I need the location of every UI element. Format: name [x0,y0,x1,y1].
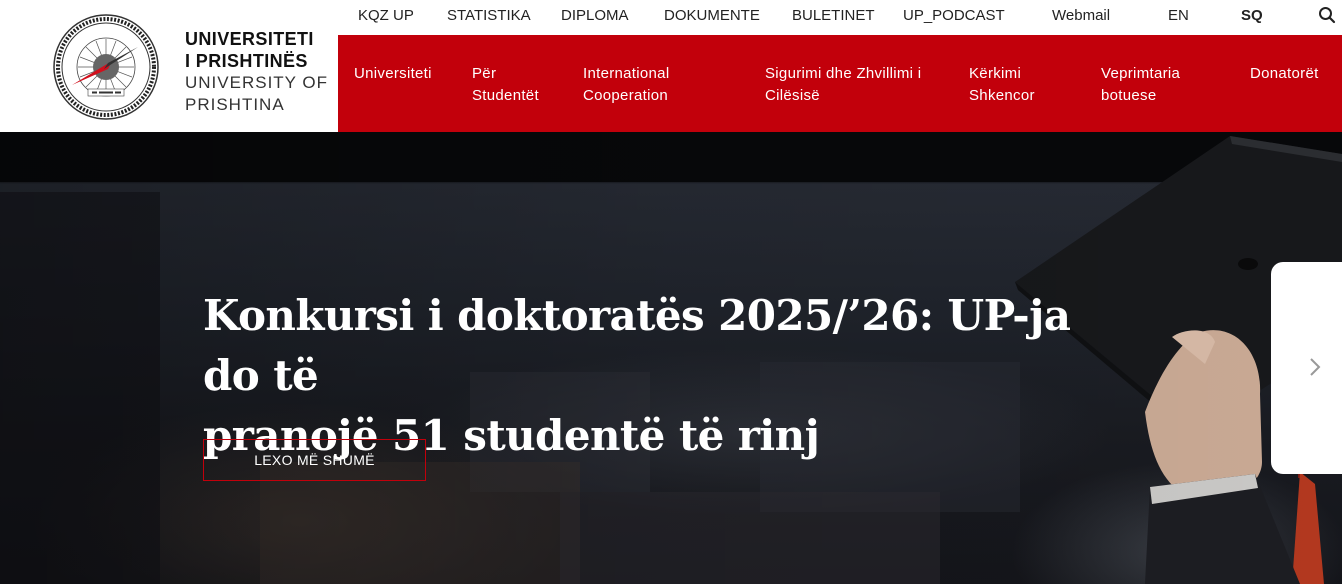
topbar-link-dokumente[interactable]: DOKUMENTE [664,0,760,31]
hero-title-line: Konkursi i doktoratës 2025/’26: UP-ja do… [203,291,1071,400]
nav-item-label: Studentët [472,87,539,104]
topbar-link-webmail[interactable]: Webmail [1052,0,1110,31]
topbar-link-statistika[interactable]: STATISTIKA [447,0,531,31]
nav-item-label: Për [472,65,497,82]
nav-item-label: Cilësisë [765,87,820,104]
nav-item-donatoret[interactable]: Donatorët [1250,63,1319,85]
language-sq-button[interactable]: SQ [1241,0,1263,31]
topbar-link-diploma[interactable]: DIPLOMA [561,0,629,31]
language-en-button[interactable]: EN [1168,0,1189,31]
topbar-link-up-podcast[interactable]: UP_PODCAST [903,0,1005,31]
nav-item-label: Cooperation [583,87,669,104]
nav-item-label: International [583,65,670,82]
top-utility-bar: KQZ UP STATISTIKA DIPLOMA DOKUMENTE BULE… [338,0,1342,35]
nav-item-universiteti[interactable]: Universiteti [354,63,432,85]
nav-item-label: Universiteti [354,65,432,82]
hero-slider: Konkursi i doktoratës 2025/’26: UP-ja do… [0,132,1342,584]
logo-text: UNIVERSITETI I PRISHTINËS UNIVERSITY OF … [185,28,328,116]
logo-name-sq-1: UNIVERSITETI [185,29,314,49]
university-seal-icon [53,14,159,120]
nav-item-kerkimi-shkencor[interactable]: Kërkimi Shkencor [969,63,1035,107]
chevron-right-icon [1310,358,1321,376]
nav-item-veprimtaria-botuese[interactable]: Veprimtaria botuese [1101,63,1180,107]
slider-next-button[interactable] [1271,262,1342,474]
search-icon[interactable] [1318,6,1336,24]
logo-name-en-2: PRISHTINA [185,95,285,114]
nav-item-international-cooperation[interactable]: International Cooperation [583,63,669,107]
nav-item-label: Shkencor [969,87,1035,104]
nav-item-label: Veprimtaria [1101,65,1181,82]
nav-item-label: Donatorët [1250,65,1319,82]
read-more-button[interactable]: LEXO MË SHUMË [203,439,426,481]
logo-block[interactable]: UNIVERSITETI I PRISHTINËS UNIVERSITY OF … [0,0,338,132]
nav-item-label: Sigurimi dhe Zhvillimi i [765,65,922,82]
logo-name-en-1: UNIVERSITY OF [185,73,329,92]
topbar-link-kqz-up[interactable]: KQZ UP [358,0,414,31]
logo-name-sq-2: I PRISHTINËS [185,51,308,71]
nav-item-per-studentet[interactable]: Për Studentët [472,63,539,107]
nav-item-label: Kërkimi [969,65,1022,82]
topbar-link-buletinet[interactable]: BULETINET [792,0,875,31]
main-navigation: Universiteti Për Studentët International… [338,35,1342,132]
nav-item-sigurimi-cilesise[interactable]: Sigurimi dhe Zhvillimi i Cilësisë [765,63,921,107]
nav-item-label: botuese [1101,87,1157,104]
